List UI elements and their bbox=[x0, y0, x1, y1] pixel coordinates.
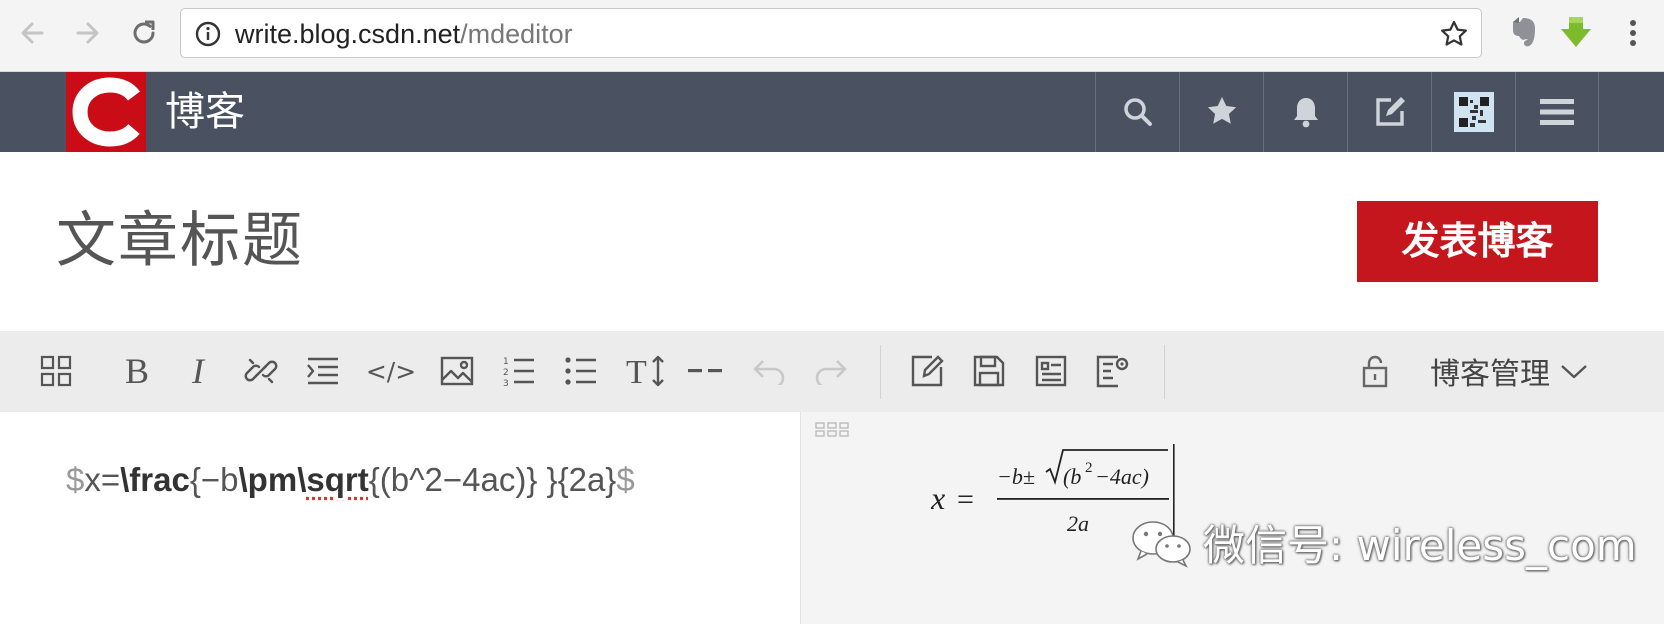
source-token: {−b bbox=[189, 461, 239, 498]
image-icon[interactable] bbox=[437, 351, 477, 391]
spellcheck-error: sqrt bbox=[306, 461, 369, 498]
latex-command: \pm bbox=[238, 461, 298, 498]
header-menu-button[interactable] bbox=[1515, 72, 1599, 152]
back-icon[interactable] bbox=[16, 16, 50, 50]
header-favorites-button[interactable] bbox=[1179, 72, 1263, 152]
forward-icon[interactable] bbox=[70, 16, 104, 50]
toolbar-divider bbox=[1164, 345, 1165, 399]
formula-equals: = bbox=[957, 483, 974, 516]
address-bar[interactable]: write.blog.csdn.net/mdeditor bbox=[180, 8, 1482, 58]
article-title-input[interactable]: 文章标题 bbox=[56, 206, 304, 276]
site-header: 博客 bbox=[0, 72, 1664, 152]
publish-button[interactable]: 发表博客 bbox=[1357, 201, 1598, 282]
browser-toolbar: write.blog.csdn.net/mdeditor bbox=[0, 0, 1664, 72]
math-delimiter: $ bbox=[616, 461, 635, 498]
blog-manage-label: 博客管理 bbox=[1430, 357, 1550, 392]
bold-icon[interactable]: B bbox=[117, 351, 157, 391]
radicand-rest: −4ac) bbox=[1095, 464, 1149, 489]
latex-command: \ bbox=[297, 461, 307, 498]
italic-icon[interactable]: I bbox=[178, 351, 218, 391]
header-write-button[interactable] bbox=[1347, 72, 1431, 152]
qr-avatar bbox=[1453, 92, 1494, 132]
star-icon bbox=[1205, 95, 1239, 129]
redo-icon[interactable] bbox=[811, 351, 851, 391]
wechat-watermark: 微信号: wireless_com bbox=[1129, 512, 1637, 573]
header-avatar-button[interactable] bbox=[1431, 72, 1515, 152]
save-icon[interactable] bbox=[969, 351, 1009, 391]
edit-icon bbox=[1373, 95, 1407, 129]
formula-lhs: x bbox=[931, 480, 945, 516]
heading-icon[interactable]: T bbox=[623, 351, 669, 391]
csdn-logo[interactable] bbox=[66, 72, 146, 152]
undo-icon[interactable] bbox=[749, 351, 789, 391]
svg-text:2: 2 bbox=[503, 368, 509, 378]
ordered-list-icon[interactable]: 123 bbox=[499, 351, 539, 391]
editor-toolbar: B I </> 123 T 博客管理 bbox=[0, 331, 1664, 412]
source-token: x= bbox=[84, 461, 121, 498]
bold-glyph: B bbox=[124, 351, 149, 391]
header-search-button[interactable] bbox=[1095, 72, 1179, 152]
download-arrow-icon[interactable] bbox=[1557, 14, 1595, 52]
search-icon bbox=[1122, 96, 1154, 128]
formula-numerator-prefix: −b± bbox=[997, 464, 1035, 489]
edit-draft-icon[interactable] bbox=[907, 351, 947, 391]
bell-icon bbox=[1291, 95, 1321, 129]
radicand-exponent: 2 bbox=[1085, 460, 1093, 476]
evernote-icon[interactable] bbox=[1504, 14, 1542, 52]
svg-text:3: 3 bbox=[503, 379, 509, 387]
grid-icon[interactable] bbox=[36, 351, 76, 391]
site-title[interactable]: 博客 bbox=[165, 90, 245, 134]
markdown-preview: x = −b± (b 2 −4ac) 2a 微信号: wireless_com bbox=[800, 412, 1664, 624]
markdown-source-line[interactable]: $x=\frac{−b\pm\sqrt{(b^2−4ac)} }{2a}$ bbox=[66, 460, 635, 500]
indent-icon[interactable] bbox=[303, 351, 343, 391]
hr-icon[interactable] bbox=[685, 351, 725, 391]
wechat-icon bbox=[1129, 518, 1203, 568]
url-host: write.blog.csdn.net bbox=[235, 19, 461, 49]
bookmark-star-icon[interactable] bbox=[1439, 19, 1469, 49]
fraction-bar bbox=[997, 498, 1169, 500]
menu-dots-icon[interactable] bbox=[1614, 14, 1652, 52]
code-icon[interactable]: </> bbox=[365, 351, 417, 391]
svg-text:T: T bbox=[626, 354, 647, 388]
math-delimiter: $ bbox=[66, 461, 85, 498]
blog-manage-dropdown[interactable]: 博客管理 bbox=[1430, 351, 1588, 392]
header-notifications-button[interactable] bbox=[1263, 72, 1347, 152]
unordered-list-icon[interactable] bbox=[561, 351, 601, 391]
italic-glyph: I bbox=[192, 351, 204, 391]
formula-denominator: 2a bbox=[1067, 511, 1089, 536]
toolbar-divider bbox=[880, 345, 881, 399]
url-path: /mdeditor bbox=[460, 19, 573, 49]
source-token: {(b^2−4ac)} }{2a} bbox=[368, 461, 617, 498]
latex-command: \frac bbox=[120, 461, 190, 498]
reload-icon[interactable] bbox=[127, 16, 161, 50]
code-glyph: </> bbox=[365, 356, 417, 386]
chevron-down-icon bbox=[1560, 363, 1588, 379]
radicand-open: (b bbox=[1063, 464, 1081, 489]
info-icon[interactable] bbox=[195, 21, 221, 47]
settings-icon[interactable] bbox=[1093, 351, 1133, 391]
summary-icon[interactable] bbox=[1031, 351, 1071, 391]
hamburger-icon bbox=[1540, 98, 1574, 126]
watermark-text: 微信号: wireless_com bbox=[1203, 521, 1637, 570]
svg-text:1: 1 bbox=[503, 357, 509, 367]
lock-icon[interactable] bbox=[1355, 351, 1395, 391]
markdown-editor[interactable]: $x=\frac{−b\pm\sqrt{(b^2−4ac)} }{2a}$ bbox=[0, 412, 800, 624]
link-icon[interactable] bbox=[241, 351, 281, 391]
url-text[interactable]: write.blog.csdn.net/mdeditor bbox=[235, 20, 573, 48]
drag-handle-icon[interactable] bbox=[815, 422, 849, 438]
